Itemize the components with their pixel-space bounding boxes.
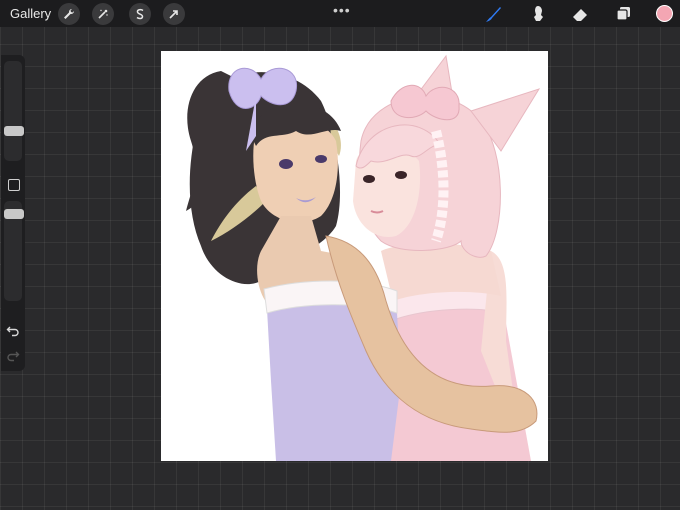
- top-toolbar: Gallery •••: [0, 0, 680, 27]
- digital-painting-image: [186, 54, 541, 461]
- layers-icon[interactable]: [613, 4, 633, 24]
- eraser-icon[interactable]: [570, 4, 590, 24]
- brush-size-slider[interactable]: [4, 61, 24, 161]
- left-sidebar: [1, 55, 25, 371]
- color-picker-swatch[interactable]: [656, 5, 673, 22]
- undo-icon[interactable]: [6, 323, 20, 337]
- brush-icon[interactable]: [483, 4, 503, 24]
- opacity-thumb[interactable]: [4, 209, 24, 219]
- magic-wand-icon[interactable]: [92, 3, 114, 25]
- wrench-icon[interactable]: [58, 3, 80, 25]
- opacity-slider[interactable]: [4, 201, 24, 301]
- gallery-button[interactable]: Gallery: [10, 6, 51, 21]
- s-selection-icon[interactable]: [129, 3, 151, 25]
- modify-button-square-icon[interactable]: [8, 179, 20, 191]
- brush-size-thumb[interactable]: [4, 126, 24, 136]
- arrow-cursor-icon[interactable]: [163, 3, 185, 25]
- smudge-icon[interactable]: [528, 4, 548, 24]
- artwork-canvas[interactable]: [161, 51, 548, 461]
- redo-icon[interactable]: [6, 348, 20, 362]
- more-options-icon[interactable]: •••: [333, 2, 351, 18]
